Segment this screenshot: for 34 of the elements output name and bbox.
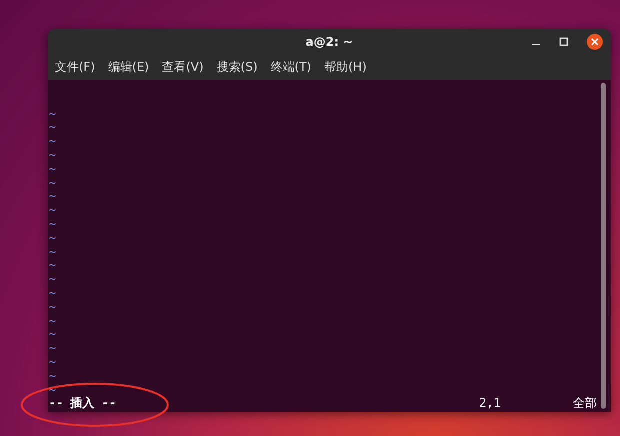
empty-line-tilde: ~	[49, 259, 56, 274]
empty-line-tilde: ~	[49, 218, 56, 232]
mode-indicator: -- 插入 --	[49, 397, 116, 412]
empty-line-tilde: ~	[49, 246, 56, 260]
empty-line-tilde: ~	[49, 148, 56, 163]
empty-line-tilde: ~	[49, 135, 56, 149]
maximize-icon[interactable]	[559, 37, 569, 47]
empty-line-tilde: ~	[49, 121, 56, 136]
menu-item[interactable]: 帮助(H)	[324, 59, 367, 76]
empty-line-tilde: ~	[49, 370, 56, 384]
window-title: a@2: ~	[306, 35, 354, 49]
menu-item[interactable]: 搜索(S)	[216, 59, 258, 76]
scroll-position: 全部	[573, 397, 597, 412]
empty-line-tilde: ~	[49, 204, 56, 218]
empty-line-tilde: ~	[49, 314, 56, 328]
empty-line-tilde: ~	[49, 286, 56, 301]
cursor-position: 2,1	[479, 397, 501, 412]
empty-line-tilde: ~	[49, 384, 56, 398]
empty-line-tilde: ~	[49, 356, 56, 370]
empty-line-tilde: ~	[49, 190, 56, 204]
empty-line-tilde: ~	[49, 273, 56, 287]
empty-line-tilde: ~	[49, 328, 56, 342]
menu-item[interactable]: 编辑(E)	[108, 59, 150, 76]
menu-item[interactable]: 查看(V)	[162, 59, 204, 76]
empty-line-tilde: ~	[49, 342, 56, 356]
empty-line-tilde: ~	[49, 162, 56, 177]
menu-item[interactable]: 文件(F)	[55, 59, 96, 76]
empty-line-tilde: ~	[49, 300, 56, 315]
empty-line-tilde: ~	[49, 176, 56, 190]
scrollbar-thumb[interactable]	[601, 83, 606, 409]
empty-line-tilde: ~	[49, 232, 56, 246]
menu-item[interactable]: 终端(T)	[270, 59, 312, 76]
close-icon[interactable]	[587, 34, 603, 50]
empty-line-tilde: ~	[49, 108, 56, 122]
